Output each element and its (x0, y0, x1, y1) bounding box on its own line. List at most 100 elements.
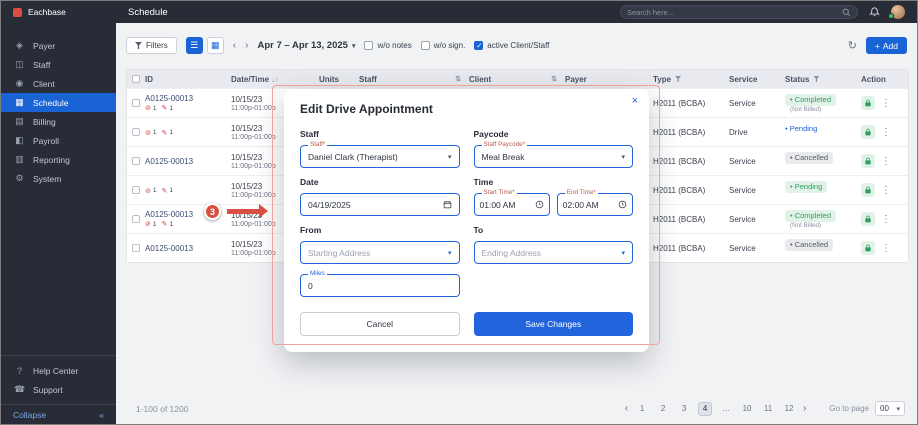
notes-count-icon: ⊘ (145, 221, 151, 228)
brand-logo-icon (13, 7, 22, 17)
column-header-status[interactable]: Status (785, 75, 861, 84)
sidebar-item-support[interactable]: ☎ Support (1, 380, 116, 399)
sidebar-item-billing[interactable]: ▤ Billing (1, 112, 116, 131)
next-week-icon[interactable]: › (245, 40, 248, 51)
cancel-button[interactable]: Cancel (300, 312, 460, 336)
staff-select[interactable]: Staff* Daniel Clark (Therapist) ▾ (300, 141, 460, 168)
bell-icon[interactable] (869, 6, 880, 18)
row-checkbox[interactable] (132, 128, 140, 136)
miles-input[interactable]: Miles 0 (300, 270, 460, 297)
page-number[interactable]: 3 (677, 402, 691, 416)
collapse-button[interactable]: Collapse « (1, 404, 116, 424)
prev-week-icon[interactable]: ‹ (233, 40, 236, 51)
search-box[interactable] (620, 5, 858, 19)
filter-funnel-icon[interactable] (813, 76, 820, 82)
kebab-menu-icon[interactable]: ⋮ (881, 156, 891, 167)
column-header-staff[interactable]: Staff ⇅ (359, 75, 469, 84)
notes-count-icon: ⊘ (145, 105, 151, 112)
avatar[interactable] (888, 5, 905, 19)
next-page-icon[interactable]: › (803, 403, 806, 414)
date-value: 04/19/2025 (308, 199, 351, 210)
row-checkbox[interactable] (132, 99, 140, 107)
date-input[interactable]: 04/19/2025 (300, 193, 460, 216)
row-service: Service (729, 98, 756, 108)
sidebar-item-schedule[interactable]: ▦ Schedule (1, 93, 116, 112)
kebab-menu-icon[interactable]: ⋮ (881, 243, 891, 254)
row-id[interactable]: A0125-00013 (145, 244, 231, 253)
filter-funnel-icon[interactable] (675, 76, 682, 82)
row-checkbox[interactable] (132, 215, 140, 223)
row-checkbox[interactable] (132, 157, 140, 165)
start-time-input[interactable]: Start Time* 01:00 AM (473, 189, 550, 216)
lock-icon[interactable] (861, 212, 875, 226)
sort-icon[interactable]: ⇅ (455, 75, 461, 84)
sign-count-icon: ✎ (161, 129, 168, 137)
row-type: H2011 (BCBA) (653, 98, 706, 108)
gear-icon: ⚙ (15, 173, 24, 183)
clock-icon (618, 200, 627, 209)
filter-funnel-icon (135, 42, 142, 49)
kebab-menu-icon[interactable]: ⋮ (881, 185, 891, 196)
column-header-type[interactable]: Type (653, 75, 729, 84)
active-client-staff-checkbox[interactable]: active Client/Staff (474, 41, 549, 50)
sidebar-item-system[interactable]: ⚙ System (1, 169, 116, 188)
close-icon[interactable]: × (632, 95, 638, 107)
sidebar-item-help-center[interactable]: ? Help Center (1, 361, 116, 380)
row-checkbox[interactable] (132, 244, 140, 252)
select-all-checkbox[interactable] (132, 75, 140, 83)
kebab-menu-icon[interactable]: ⋮ (881, 127, 891, 138)
lock-icon[interactable] (861, 96, 875, 110)
page-number[interactable]: 2 (656, 402, 670, 416)
goto-page-label: Go to page (829, 404, 869, 413)
sync-icon[interactable]: ↻ (848, 39, 857, 52)
row-checkbox[interactable] (132, 186, 140, 194)
sort-icon[interactable]: ↓↑ (271, 77, 278, 84)
sidebar-item-payer[interactable]: ◈ Payer (1, 36, 116, 55)
goto-page-select[interactable]: 00 ▾ (875, 401, 905, 416)
wo-sign-checkbox[interactable]: w/o sign. (420, 41, 465, 50)
prev-page-icon[interactable]: ‹ (625, 403, 628, 414)
list-view-icon[interactable]: ☰ (185, 37, 203, 54)
sidebar-item-payroll[interactable]: ◧ Payroll (1, 131, 116, 150)
page-number[interactable]: 1 (635, 402, 649, 416)
from-address-select[interactable]: Starting Address ▾ (300, 241, 460, 264)
paycode-select[interactable]: Staff Paycode* Meal Break ▾ (473, 141, 633, 168)
column-header-datetime[interactable]: Date/Time ↓↑ (231, 75, 319, 84)
add-label: Add (882, 40, 898, 51)
sidebar-item-staff[interactable]: ◫ Staff (1, 55, 116, 74)
start-time-value: 01:00 AM (479, 199, 516, 210)
sidebar-item-reporting[interactable]: ▥ Reporting (1, 150, 116, 169)
save-changes-button[interactable]: Save Changes (473, 312, 633, 336)
notes-count-icon: ⊘ (145, 129, 151, 137)
row-id[interactable]: A0125-00013 (145, 94, 231, 103)
sign-count-icon: ✎ (161, 105, 168, 112)
status-note: (Not Billed) (790, 221, 822, 229)
sidebar-item-client[interactable]: ◉ Client (1, 74, 116, 93)
page-number[interactable]: 10 (740, 402, 754, 416)
end-time-input[interactable]: End Time* 02:00 AM (556, 189, 633, 216)
plus-icon: + (874, 40, 880, 51)
end-time-value: 02:00 AM (562, 199, 599, 210)
kebab-menu-icon[interactable]: ⋮ (881, 214, 891, 225)
kebab-menu-icon[interactable]: ⋮ (881, 98, 891, 109)
search-input[interactable] (627, 7, 842, 17)
date-range-selector[interactable]: Apr 7 – Apr 13, 2025 ▾ (257, 40, 355, 51)
page-number[interactable]: 11 (761, 402, 775, 416)
column-header-client[interactable]: Client ⇅ (469, 75, 565, 84)
lock-icon[interactable] (861, 241, 875, 255)
row-service: Drive (729, 127, 748, 137)
wo-notes-checkbox[interactable]: w/o notes (364, 41, 412, 50)
from-section-label: From (300, 225, 322, 235)
to-address-select[interactable]: Ending Address ▾ (473, 241, 633, 264)
sort-icon[interactable]: ⇅ (551, 75, 557, 84)
lock-icon[interactable] (861, 183, 875, 197)
lock-icon[interactable] (861, 125, 875, 139)
add-button[interactable]: + Add (865, 37, 907, 54)
filters-button[interactable]: Filters (126, 37, 177, 54)
column-header-id: ID (145, 74, 153, 84)
grid-view-icon[interactable]: ▦ (206, 37, 224, 54)
page-number[interactable]: 12 (782, 402, 796, 416)
row-id[interactable]: A0125-00013 (145, 157, 231, 166)
page-number[interactable]: 4 (698, 401, 713, 416)
lock-icon[interactable] (861, 154, 875, 168)
